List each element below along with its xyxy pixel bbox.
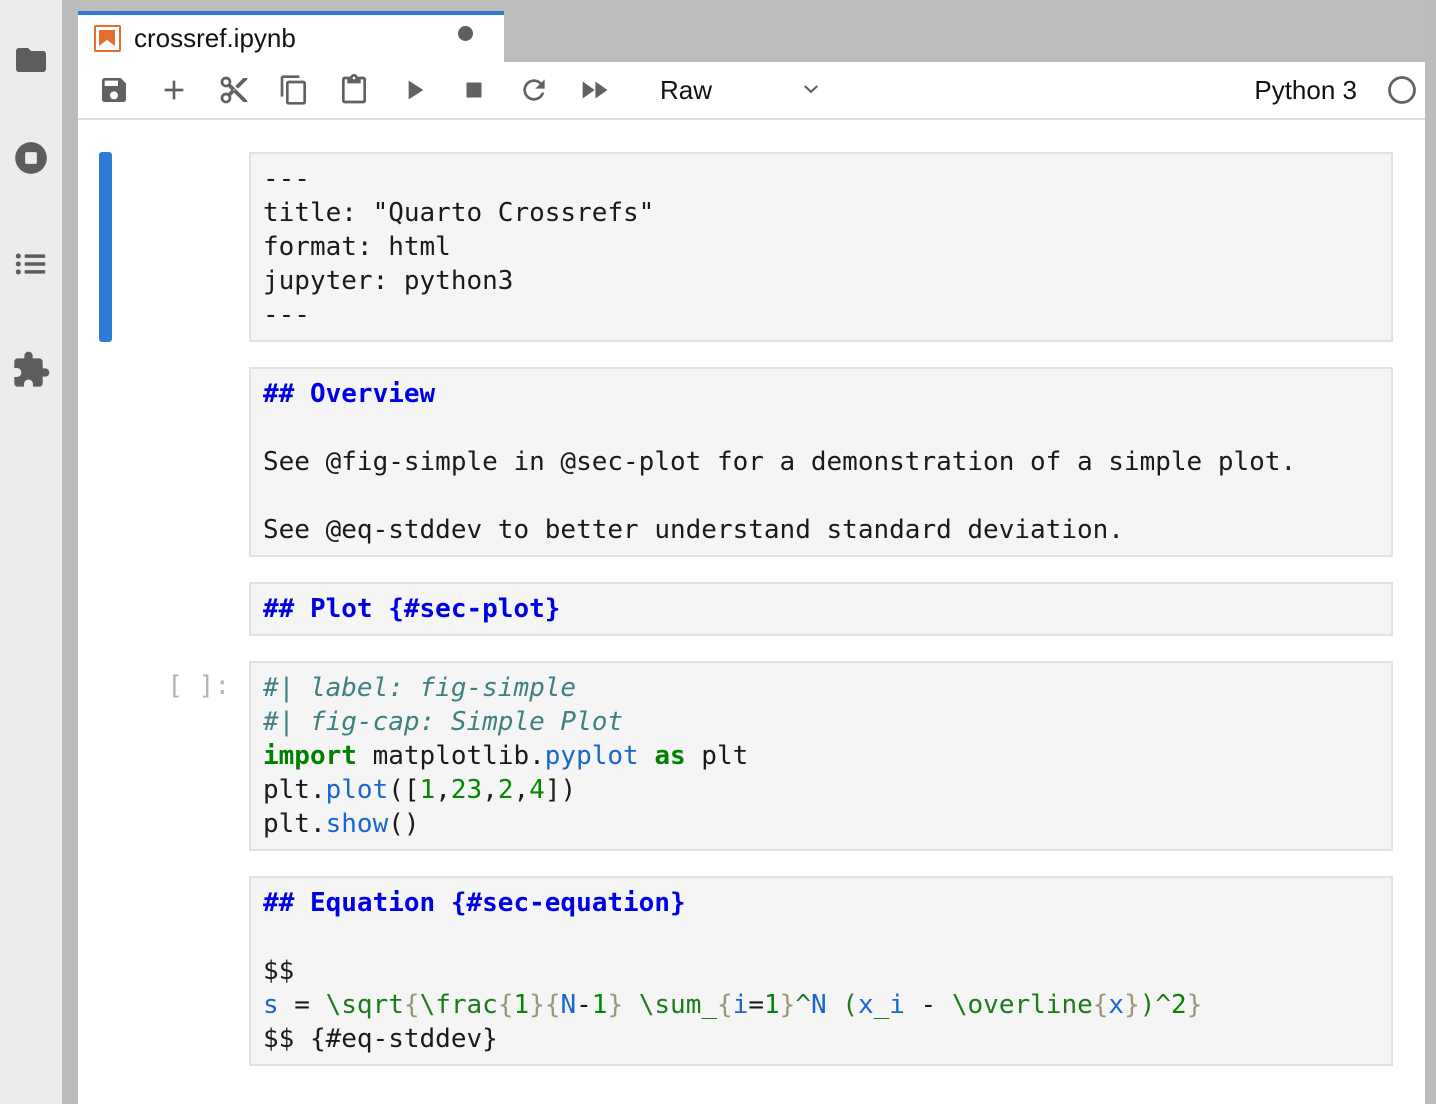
code-line: import matplotlib.pyplot as plt [263, 739, 1379, 773]
cell-editor[interactable]: ## Plot {#sec-plot} [249, 582, 1393, 636]
paste-cells-button[interactable] [324, 64, 384, 116]
tab-crossref-ipynb[interactable]: crossref.ipynb [78, 11, 504, 62]
sidebar-item-running-kernels[interactable] [0, 130, 62, 186]
cell-editor[interactable]: ---title: "Quarto Crossrefs"format: html… [249, 152, 1393, 342]
code-line [263, 920, 1379, 954]
save-icon [98, 74, 130, 106]
jupyterlab-window: crossref.ipynb [0, 0, 1436, 1104]
stop-icon [459, 75, 489, 105]
cell-raw-0[interactable]: ---title: "Quarto Crossrefs"format: html… [249, 152, 1393, 342]
add-cell-icon [158, 74, 190, 106]
cell-type-selector[interactable]: Raw [660, 75, 824, 106]
cell-editor[interactable]: ## Overview See @fig-simple in @sec-plot … [249, 367, 1393, 557]
save-button[interactable] [84, 64, 144, 116]
tab-bar: crossref.ipynb [78, 0, 1425, 62]
run-cell-button[interactable] [384, 64, 444, 116]
main-dock-panel: crossref.ipynb [78, 0, 1425, 1104]
interrupt-kernel-button[interactable] [444, 64, 504, 116]
cell-markdown-1[interactable]: ## Overview See @fig-simple in @sec-plot … [249, 367, 1393, 557]
kernel-name: Python 3 [1254, 75, 1357, 106]
code-line: format: html [263, 230, 1379, 264]
code-line: #| fig-cap: Simple Plot [263, 705, 1379, 739]
cut-cells-button[interactable] [204, 64, 264, 116]
code-line: #| label: fig-simple [263, 671, 1379, 705]
code-line: s = \sqrt{\frac{1}{N-1} \sum_{i=1}^N (x_… [263, 988, 1379, 1022]
code-line: ## Plot {#sec-plot} [263, 592, 1379, 626]
notebook-toolbar: Raw Python 3 [78, 62, 1425, 120]
tab-title: crossref.ipynb [134, 23, 296, 54]
notebook-panel: ---title: "Quarto Crossrefs"format: html… [78, 120, 1425, 1104]
code-line: title: "Quarto Crossrefs" [263, 196, 1379, 230]
right-edge-strip [1425, 0, 1436, 1104]
dock-panel-divider [62, 0, 78, 1104]
kernel-idle-circle-icon [1387, 75, 1417, 105]
execution-prompt: [ ]: [78, 661, 230, 703]
sidebar-item-file-browser[interactable] [0, 32, 62, 88]
code-line: $$ {#eq-stddev} [263, 1022, 1379, 1056]
stop-circle-icon [12, 139, 50, 177]
copy-cells-button[interactable] [264, 64, 324, 116]
code-line [263, 479, 1379, 513]
selected-cell-collapser[interactable] [99, 152, 112, 342]
list-icon [12, 245, 50, 283]
cell-type-value: Raw [660, 75, 712, 106]
paste-icon [338, 74, 370, 106]
code-line: $$ [263, 954, 1379, 988]
cut-icon [218, 74, 250, 106]
code-line: --- [263, 298, 1379, 332]
run-all-icon [577, 73, 611, 107]
code-line: ## Equation {#sec-equation} [263, 886, 1379, 920]
cell-markdown-2[interactable]: ## Plot {#sec-plot} [249, 582, 1393, 636]
chevron-down-icon [798, 77, 824, 103]
kernel-indicator[interactable]: Python 3 [1254, 75, 1417, 106]
restart-kernel-button[interactable] [504, 64, 564, 116]
cell-editor[interactable]: #| label: fig-simple#| fig-cap: Simple P… [249, 661, 1393, 851]
code-line: See @fig-simple in @sec-plot for a demon… [263, 445, 1379, 479]
code-line: jupyter: python3 [263, 264, 1379, 298]
code-line: See @eq-stddev to better understand stan… [263, 513, 1379, 547]
run-icon [398, 74, 430, 106]
notebook-file-icon [94, 25, 121, 52]
code-line: plt.show() [263, 807, 1379, 841]
add-cell-button[interactable] [144, 64, 204, 116]
puzzle-icon [11, 350, 51, 390]
code-line: plt.plot([1,23,2,4]) [263, 773, 1379, 807]
unsaved-changes-dot[interactable] [458, 26, 473, 41]
code-line: ## Overview [263, 377, 1379, 411]
code-line [263, 411, 1379, 445]
cell-code-3[interactable]: [ ]:#| label: fig-simple#| fig-cap: Simp… [249, 661, 1393, 851]
activity-bar [0, 0, 62, 1104]
code-line: --- [263, 162, 1379, 196]
restart-kernel-icon [518, 74, 550, 106]
cell-markdown-4[interactable]: ## Equation {#sec-equation} $$s = \sqrt{\… [249, 876, 1393, 1066]
sidebar-item-extensions[interactable] [0, 342, 62, 398]
sidebar-item-table-of-contents[interactable] [0, 236, 62, 292]
copy-icon [278, 74, 310, 106]
notebook-cells: ---title: "Quarto Crossrefs"format: html… [78, 152, 1425, 1066]
restart-run-all-button[interactable] [564, 64, 624, 116]
cell-editor[interactable]: ## Equation {#sec-equation} $$s = \sqrt{\… [249, 876, 1393, 1066]
folder-icon [13, 42, 49, 78]
